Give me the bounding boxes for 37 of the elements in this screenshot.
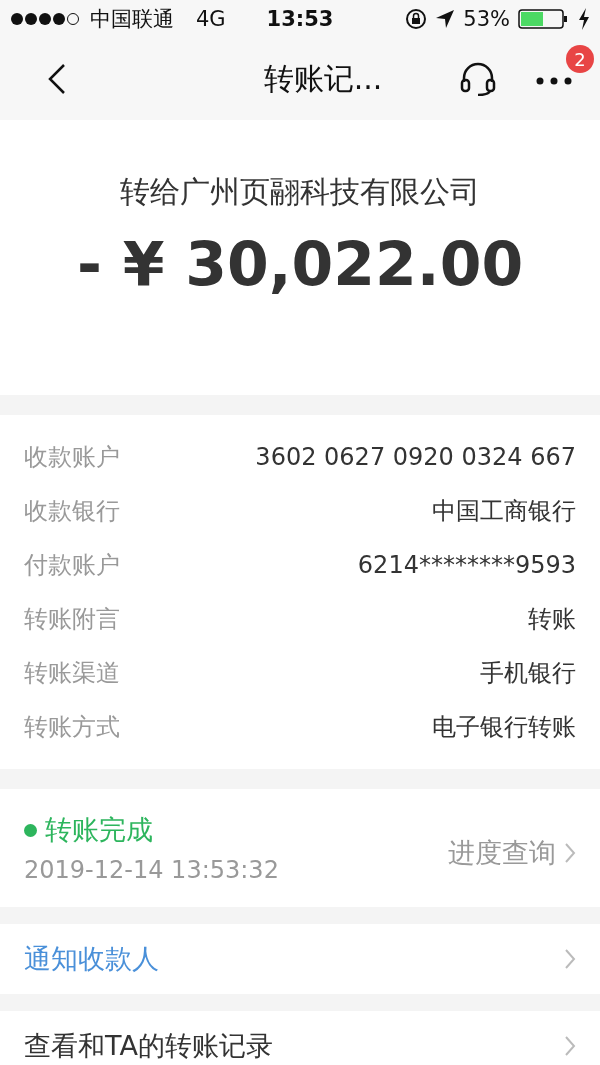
transfer-history-link[interactable]: 查看和TA的转账记录 — [0, 1011, 600, 1065]
back-icon[interactable] — [48, 63, 66, 95]
chevron-right-icon — [564, 842, 576, 864]
detail-label: 收款银行 — [24, 496, 120, 527]
progress-link[interactable]: 进度查询 — [448, 835, 576, 871]
status-dot — [24, 823, 37, 837]
transfer-status: 转账完成 — [45, 813, 153, 847]
carrier-name: 中国联通 — [90, 6, 174, 33]
detail-value: 电子银行转账 — [432, 712, 576, 743]
signal-icon — [10, 12, 80, 26]
charging-bolt-icon — [578, 8, 590, 30]
battery-percent: 53% — [463, 7, 510, 31]
rotation-lock-icon — [405, 8, 428, 30]
network-type: 4G — [196, 7, 226, 31]
more-icon[interactable] — [536, 77, 572, 85]
transfer-amount: - ¥ 30,022.00 — [76, 229, 524, 299]
detail-label: 转账渠道 — [24, 658, 120, 689]
detail-value: 中国工商银行 — [432, 496, 576, 527]
detail-label: 转账附言 — [24, 604, 120, 635]
payee-name: 转给广州页翮科技有限公司 — [119, 173, 481, 211]
notification-badge: 2 — [566, 45, 594, 73]
location-arrow-icon — [435, 9, 456, 29]
chevron-right-icon — [564, 1035, 576, 1057]
battery-icon — [518, 8, 570, 30]
page-title: 转账记... — [262, 59, 384, 98]
chevron-right-icon — [564, 948, 576, 970]
detail-value: 6214********9593 — [357, 551, 576, 579]
detail-label: 收款账户 — [24, 442, 120, 473]
transfer-time: 2019-12-14 13:53:32 — [24, 856, 279, 884]
clock-time: 13:53 — [266, 7, 334, 31]
detail-value: 3602 0627 0920 0324 667 — [255, 443, 576, 471]
detail-value: 转账 — [528, 604, 576, 635]
notify-payee-link[interactable]: 通知收款人 — [0, 924, 600, 994]
detail-value: 手机银行 — [480, 658, 576, 689]
headset-icon[interactable] — [460, 62, 496, 96]
detail-label: 付款账户 — [24, 550, 120, 581]
detail-label: 转账方式 — [24, 712, 120, 743]
